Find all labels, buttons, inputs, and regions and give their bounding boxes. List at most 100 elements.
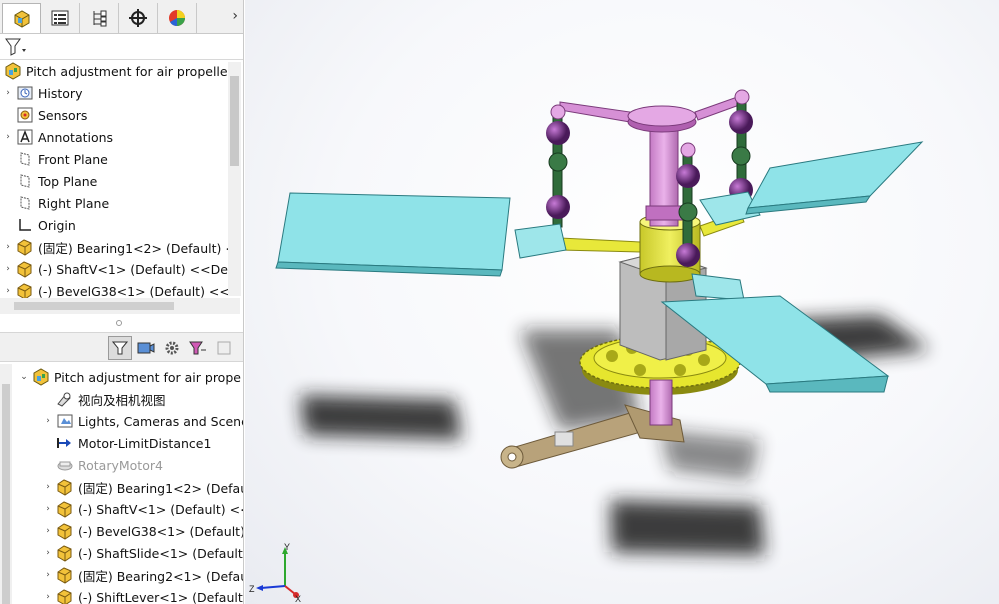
motion-collapse-button[interactable] [212, 336, 236, 360]
filter-pink-icon [189, 341, 206, 355]
chevron-right-icon[interactable]: › [2, 242, 14, 252]
panel-splitter[interactable] [0, 316, 243, 330]
filter-icon [112, 341, 128, 355]
tree-item-label: (-) ShiftLever<1> (Default) [78, 589, 244, 604]
tree-item-label: (-) ShaftV<1> (Default) << [78, 501, 244, 517]
tree-item-label: (固定) Bearing1<2> (Defau [78, 480, 244, 496]
chevron-right-icon[interactable]: › [42, 526, 54, 536]
chevron-right-icon[interactable]: › [2, 88, 14, 98]
feature-manager-icon [14, 9, 29, 28]
part-icon [56, 522, 74, 540]
motion-tree-item[interactable]: › Lights, Cameras and Scene [42, 410, 244, 432]
tab-dimxpert-manager[interactable] [119, 3, 158, 33]
tab-property-manager[interactable] [41, 3, 80, 33]
tab-more-arrow[interactable]: › [232, 8, 238, 24]
tree-item-label: Annotations [38, 129, 114, 145]
motion-tree-scrollbar[interactable] [0, 364, 12, 604]
motion-filter-button[interactable] [108, 336, 132, 360]
chevron-right-icon[interactable]: › [42, 504, 54, 514]
tab-feature-manager[interactable] [2, 3, 41, 33]
tree-item-label: Lights, Cameras and Scene [78, 413, 244, 429]
motion-tree-item[interactable]: › (-) ShaftSlide<1> (Default) [42, 542, 243, 564]
propeller-assembly-model[interactable] [245, 0, 999, 604]
triad-x-axis [284, 585, 296, 595]
graphics-viewport[interactable]: Y Z X [245, 0, 999, 604]
tree-item-label: (固定) Bearing1<2> (Default) < [38, 240, 236, 256]
tree-item-label: Origin [38, 217, 76, 233]
feature-tree-scrollbar[interactable] [228, 62, 241, 296]
filter-icon[interactable] [4, 37, 28, 57]
chevron-right-icon[interactable]: › [42, 416, 54, 426]
annotations-icon [16, 128, 34, 146]
tab-display-manager[interactable] [158, 3, 197, 33]
feature-tree-item[interactable]: › (固定) Bearing1<2> (Default) < [2, 236, 236, 258]
chevron-down-icon[interactable]: ⌄ [18, 372, 30, 382]
feature-tree-item[interactable]: Sensors [2, 104, 87, 126]
motion-tree-item[interactable]: Motor-LimitDistance1 [42, 432, 211, 454]
feature-tree-root-label: Pitch adjustment for air propeller ( [26, 63, 242, 79]
feature-tree-item[interactable]: › History [2, 82, 82, 104]
motor-limit-icon [56, 434, 74, 452]
property-manager-icon [51, 10, 69, 26]
feature-tree-item[interactable]: › (-) ShaftV<1> (Default) <<Defa [2, 258, 240, 280]
part-icon [56, 544, 74, 562]
motion-tree-item[interactable]: › (固定) Bearing1<2> (Defau [42, 476, 244, 498]
manager-tabbar: › [0, 0, 243, 34]
chevron-right-icon[interactable]: › [42, 592, 54, 602]
arm-left [559, 237, 641, 253]
feature-tree-hscrollbar[interactable] [0, 298, 240, 314]
blade-right [745, 141, 924, 215]
camera-icon [137, 342, 155, 354]
feature-tree-root[interactable]: Pitch adjustment for air propeller ( [2, 60, 242, 82]
tree-item-label: Front Plane [38, 151, 108, 167]
tab-configuration-manager[interactable] [80, 3, 119, 33]
feature-manager-panel: › Pitch adjustment for air propeller ( ›… [0, 0, 244, 604]
motion-tree-item[interactable]: 视向及相机视图 [42, 388, 166, 410]
blade-left [275, 192, 511, 277]
tree-item-label: 视向及相机视图 [78, 392, 166, 408]
tree-item-label: RotaryMotor4 [78, 457, 163, 473]
dimxpert-icon [129, 9, 147, 27]
chevron-right-icon[interactable]: › [42, 570, 54, 580]
top-plate [559, 95, 743, 133]
motion-settings-button[interactable] [160, 336, 184, 360]
feature-tree-item[interactable]: Origin [2, 214, 76, 236]
motion-tree-root-label: Pitch adjustment for air prope [54, 369, 241, 385]
motion-filter-animated-button[interactable] [186, 336, 210, 360]
tree-item-label: History [38, 85, 83, 101]
chevron-right-icon[interactable]: › [2, 286, 14, 296]
motion-tree-item[interactable]: › (固定) Bearing2<1> (Defau [42, 564, 243, 586]
front-link [676, 142, 700, 267]
tree-item-label: Motor-LimitDistance1 [78, 435, 212, 451]
plane-icon [16, 194, 34, 212]
sensors-icon [16, 106, 34, 124]
plane-icon [16, 172, 34, 190]
assembly-icon [32, 368, 50, 386]
motion-tree-item[interactable]: › (-) BevelG38<1> (Default) [42, 520, 244, 542]
display-manager-icon [169, 10, 185, 27]
motion-tree-item[interactable]: › (-) ShaftV<1> (Default) << [42, 498, 244, 520]
coordinate-triad[interactable]: Y Z X [247, 542, 303, 602]
collapse-icon [217, 341, 231, 355]
feature-tree-item[interactable]: Front Plane [2, 148, 108, 170]
tree-item-label: (-) BevelG38<1> (Default) [78, 523, 244, 539]
chevron-right-icon[interactable]: › [42, 482, 54, 492]
lower-shaft [649, 379, 673, 426]
motion-tree-root[interactable]: ⌄ Pitch adjustment for air prope [18, 366, 241, 388]
chevron-right-icon[interactable]: › [42, 548, 54, 558]
feature-tree-item[interactable]: Right Plane [2, 192, 109, 214]
chevron-right-icon[interactable]: › [2, 132, 14, 142]
right-link-back [729, 89, 753, 211]
motion-tree-item[interactable]: › (-) ShiftLever<1> (Default) [42, 586, 244, 604]
feature-tree-item[interactable]: › Annotations [2, 126, 113, 148]
feature-tree-item[interactable]: Top Plane [2, 170, 97, 192]
motion-tree-item[interactable]: RotaryMotor4 [42, 454, 163, 476]
motion-camera-button[interactable] [134, 336, 158, 360]
chevron-right-icon[interactable]: › [2, 264, 14, 274]
triad-z-axis [260, 585, 286, 589]
part-icon [56, 500, 74, 518]
plane-icon [16, 150, 34, 168]
tree-filter-bar [0, 34, 243, 60]
tree-item-label: Sensors [38, 107, 88, 123]
blade-clamp-front [691, 273, 745, 301]
